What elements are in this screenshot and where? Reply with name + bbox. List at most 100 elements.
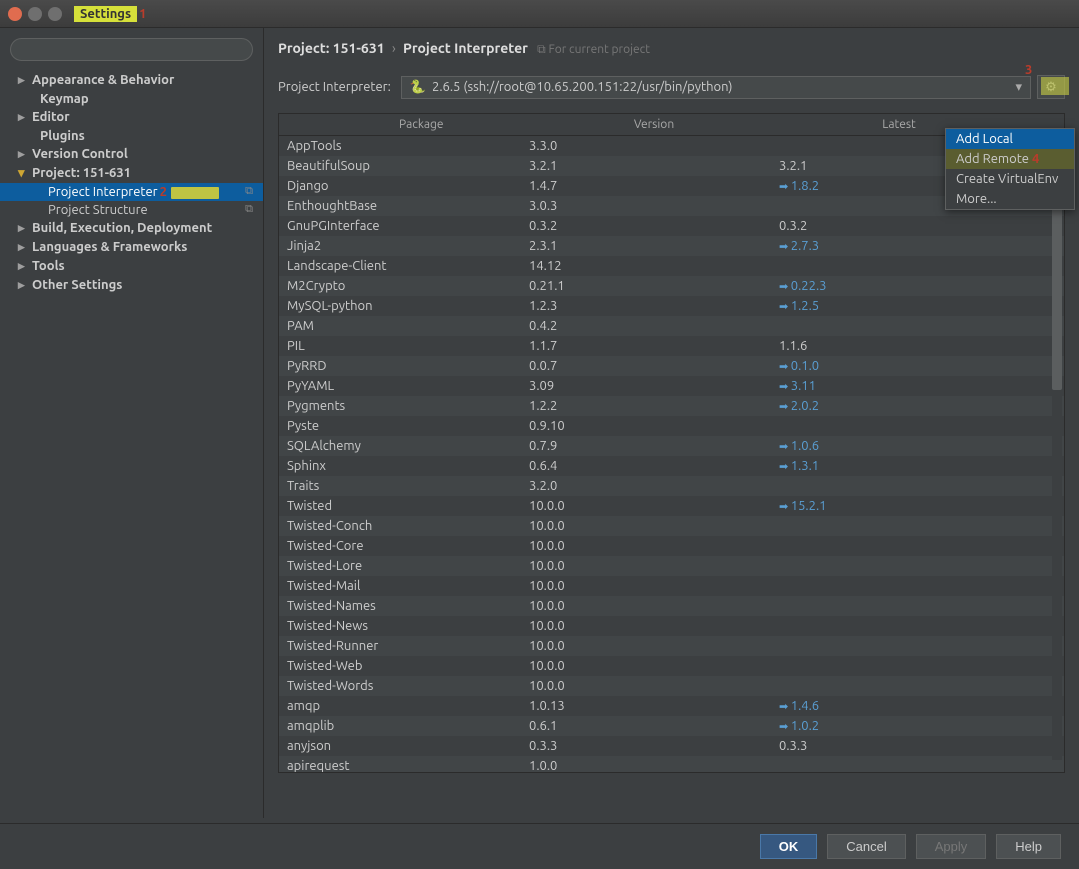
search-input[interactable] bbox=[10, 38, 253, 61]
interpreter-label: Project Interpreter: bbox=[278, 80, 391, 94]
table-row[interactable]: Twisted-Lore10.0.0 bbox=[279, 556, 1064, 576]
tree-toggle-icon: ▸ bbox=[18, 147, 28, 162]
dialog-footer: OK Cancel Apply Help bbox=[0, 823, 1079, 869]
sidebar-item-editor[interactable]: ▸Editor bbox=[0, 108, 263, 127]
cell-version: 1.4.7 bbox=[529, 179, 779, 193]
cell-latest: 15.2.1 bbox=[779, 499, 1019, 513]
annotation-3: 3 bbox=[1025, 63, 1032, 77]
help-button[interactable]: Help bbox=[996, 834, 1061, 859]
highlight-box bbox=[171, 187, 219, 199]
table-row[interactable]: PIL1.1.71.1.6 bbox=[279, 336, 1064, 356]
settings-tree: ▸Appearance & BehaviorKeymap▸EditorPlugi… bbox=[0, 71, 263, 295]
cell-latest: 1.2.5 bbox=[779, 299, 1019, 313]
cell-package: SQLAlchemy bbox=[279, 439, 529, 453]
table-row[interactable]: Twisted-Names10.0.0 bbox=[279, 596, 1064, 616]
sidebar-item-label: Build, Execution, Deployment bbox=[32, 221, 212, 235]
cell-package: M2Crypto bbox=[279, 279, 529, 293]
cancel-button[interactable]: Cancel bbox=[827, 834, 905, 859]
sidebar-item-plugins[interactable]: Plugins bbox=[0, 127, 263, 145]
cell-package: Twisted-Runner bbox=[279, 639, 529, 653]
cell-version: 0.6.4 bbox=[529, 459, 779, 473]
table-row[interactable]: Landscape-Client14.12 bbox=[279, 256, 1064, 276]
cell-version: 10.0.0 bbox=[529, 539, 779, 553]
cell-version: 1.0.13 bbox=[529, 699, 779, 713]
table-row[interactable]: Twisted-News10.0.0 bbox=[279, 616, 1064, 636]
col-version[interactable]: Version bbox=[529, 114, 779, 135]
dropdown-label: Add Local bbox=[956, 132, 1013, 146]
sidebar-item-label: Version Control bbox=[32, 147, 128, 161]
cell-version: 0.7.9 bbox=[529, 439, 779, 453]
packages-table: Package Version Latest AppTools3.3.0Beau… bbox=[278, 113, 1065, 773]
cell-version: 10.0.0 bbox=[529, 639, 779, 653]
copy-icon: ⧉ bbox=[245, 203, 253, 216]
dropdown-item-create-virtualenv[interactable]: Create VirtualEnv bbox=[946, 169, 1074, 189]
window-maximize-icon[interactable] bbox=[48, 7, 62, 21]
table-row[interactable]: amqp1.0.131.4.6 bbox=[279, 696, 1064, 716]
table-row[interactable]: PAM0.4.2 bbox=[279, 316, 1064, 336]
table-row[interactable]: SQLAlchemy0.7.91.0.6 bbox=[279, 436, 1064, 456]
col-package[interactable]: Package bbox=[279, 114, 529, 135]
dropdown-item-add-local[interactable]: Add Local bbox=[946, 129, 1074, 149]
cell-package: Pygments bbox=[279, 399, 529, 413]
cell-package: Django bbox=[279, 179, 529, 193]
cell-latest: 1.0.6 bbox=[779, 439, 1019, 453]
table-row[interactable]: M2Crypto0.21.10.22.3 bbox=[279, 276, 1064, 296]
cell-latest: 1.3.1 bbox=[779, 459, 1019, 473]
dropdown-item-add-remote[interactable]: Add Remote4 bbox=[946, 149, 1074, 169]
sidebar-item-label: Appearance & Behavior bbox=[32, 73, 174, 87]
cell-latest: 3.11 bbox=[779, 379, 1019, 393]
table-row[interactable]: Twisted10.0.015.2.1 bbox=[279, 496, 1064, 516]
table-row[interactable]: Twisted-Web10.0.0 bbox=[279, 656, 1064, 676]
table-row[interactable]: Twisted-Words10.0.0 bbox=[279, 676, 1064, 696]
dropdown-item-more-[interactable]: More... bbox=[946, 189, 1074, 209]
cell-package: Twisted-Core bbox=[279, 539, 529, 553]
sidebar-item-tools[interactable]: ▸Tools bbox=[0, 257, 263, 276]
interpreter-settings-button[interactable]: ⚙ bbox=[1037, 75, 1065, 99]
copy-icon: ⧉ bbox=[245, 185, 253, 198]
sidebar-item-keymap[interactable]: Keymap bbox=[0, 90, 263, 108]
sidebar-item-label: Project: 151-631 bbox=[32, 166, 131, 180]
sidebar-item-other-settings[interactable]: ▸Other Settings bbox=[0, 276, 263, 295]
window-minimize-icon[interactable] bbox=[28, 7, 42, 21]
sidebar-item-languages-frameworks[interactable]: ▸Languages & Frameworks bbox=[0, 238, 263, 257]
sidebar-item-project-structure[interactable]: Project Structure⧉ bbox=[0, 201, 263, 219]
table-row[interactable]: Twisted-Conch10.0.0 bbox=[279, 516, 1064, 536]
table-row[interactable]: PyYAML3.093.11 bbox=[279, 376, 1064, 396]
table-row[interactable]: Traits3.2.0 bbox=[279, 476, 1064, 496]
sidebar-item-project-interpreter[interactable]: Project Interpreter2⧉ bbox=[0, 183, 263, 201]
ok-button[interactable]: OK bbox=[760, 834, 818, 859]
cell-package: Twisted-Names bbox=[279, 599, 529, 613]
cell-version: 3.2.1 bbox=[529, 159, 779, 173]
sidebar-item-label: Editor bbox=[32, 110, 70, 124]
sidebar-item-build-execution-deployment[interactable]: ▸Build, Execution, Deployment bbox=[0, 219, 263, 238]
table-row[interactable]: Sphinx0.6.41.3.1 bbox=[279, 456, 1064, 476]
table-row[interactable]: MySQL-python1.2.31.2.5 bbox=[279, 296, 1064, 316]
cell-package: amqp bbox=[279, 699, 529, 713]
table-row[interactable]: apirequest1.0.0 bbox=[279, 756, 1064, 773]
apply-button[interactable]: Apply bbox=[916, 834, 987, 859]
cell-package: GnuPGInterface bbox=[279, 219, 529, 233]
sidebar-item-appearance-behavior[interactable]: ▸Appearance & Behavior bbox=[0, 71, 263, 90]
scrollbar[interactable] bbox=[1052, 140, 1062, 760]
table-row[interactable]: GnuPGInterface0.3.20.3.2 bbox=[279, 216, 1064, 236]
cell-package: Twisted-Web bbox=[279, 659, 529, 673]
table-row[interactable]: PyRRD0.0.70.1.0 bbox=[279, 356, 1064, 376]
cell-package: EnthoughtBase bbox=[279, 199, 529, 213]
window-close-icon[interactable] bbox=[8, 7, 22, 21]
table-row[interactable]: Twisted-Runner10.0.0 bbox=[279, 636, 1064, 656]
sidebar-item-version-control[interactable]: ▸ Version Control bbox=[0, 145, 263, 164]
table-row[interactable]: Pyste0.9.10 bbox=[279, 416, 1064, 436]
cell-package: Twisted-Mail bbox=[279, 579, 529, 593]
interpreter-select[interactable]: 🐍 2.6.5 (ssh://root@10.65.200.151:22/usr… bbox=[401, 76, 1031, 99]
table-row[interactable]: amqplib0.6.11.0.2 bbox=[279, 716, 1064, 736]
table-row[interactable]: Twisted-Core10.0.0 bbox=[279, 536, 1064, 556]
table-row[interactable]: Twisted-Mail10.0.0 bbox=[279, 576, 1064, 596]
sidebar-item-project-151-631[interactable]: ▾Project: 151-631 bbox=[0, 164, 263, 183]
tree-toggle-icon: ▸ bbox=[18, 259, 28, 274]
table-row[interactable]: Pygments1.2.22.0.2 bbox=[279, 396, 1064, 416]
cell-package: MySQL-python bbox=[279, 299, 529, 313]
table-row[interactable]: Jinja22.3.12.7.3 bbox=[279, 236, 1064, 256]
cell-package: Twisted bbox=[279, 499, 529, 513]
python-icon: 🐍 bbox=[410, 80, 426, 95]
table-row[interactable]: anyjson0.3.30.3.3 bbox=[279, 736, 1064, 756]
